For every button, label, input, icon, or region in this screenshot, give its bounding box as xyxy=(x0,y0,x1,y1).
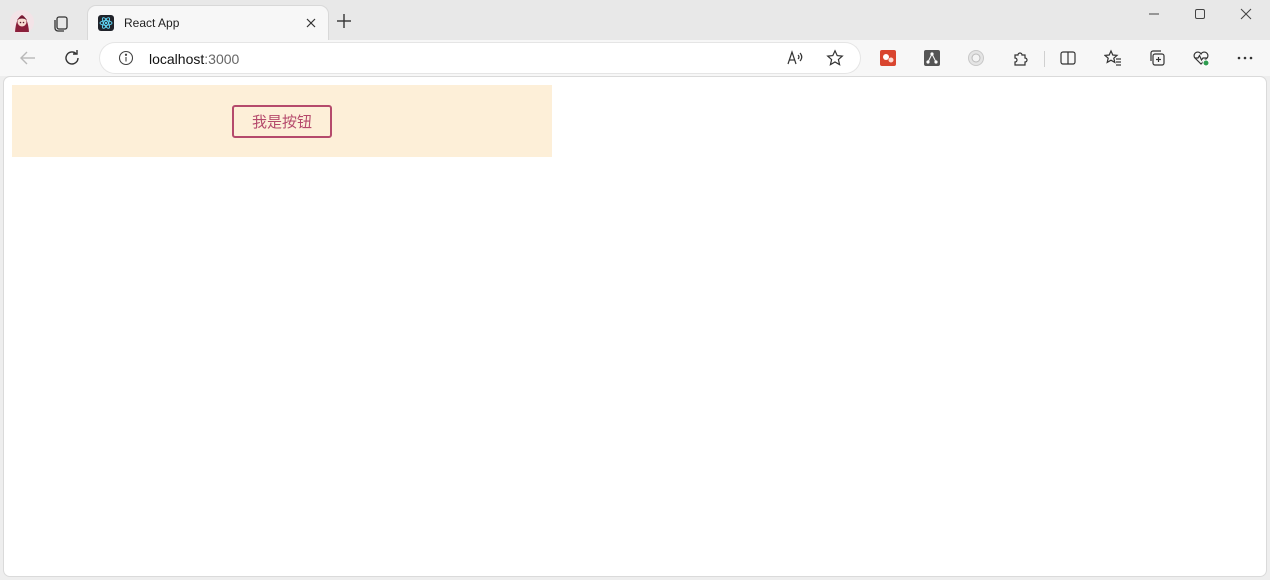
star-icon[interactable] xyxy=(826,49,844,67)
heartbeat-icon[interactable] xyxy=(1192,49,1210,67)
toolbar: localhost:3000 xyxy=(0,40,1270,76)
puzzle-extensions-icon[interactable] xyxy=(1011,49,1029,67)
collections-icon[interactable] xyxy=(1148,49,1166,67)
maximize-icon[interactable] xyxy=(1189,6,1211,22)
plus-icon[interactable] xyxy=(335,12,353,30)
profile-avatar-icon[interactable] xyxy=(10,10,34,34)
react-logo-icon xyxy=(98,15,114,31)
toolbar-divider xyxy=(1044,51,1045,67)
back-arrow-icon[interactable] xyxy=(18,48,38,68)
favorites-list-icon[interactable] xyxy=(1104,49,1122,67)
gray-circle-extension-icon[interactable] xyxy=(967,49,985,67)
url-port: :3000 xyxy=(204,51,240,67)
close-window-icon[interactable] xyxy=(1235,6,1257,22)
url-host: localhost xyxy=(149,51,205,67)
browser-window: React App localhost:3000 我是按钮 xyxy=(0,0,1270,580)
address-bar[interactable]: localhost:3000 xyxy=(100,43,860,73)
refresh-icon[interactable] xyxy=(62,48,82,68)
url-text[interactable]: localhost:3000 xyxy=(149,51,239,67)
close-icon[interactable] xyxy=(304,16,318,30)
info-icon[interactable] xyxy=(118,50,134,66)
tab-strip: React App xyxy=(0,0,1270,40)
tab-react-app[interactable]: React App xyxy=(88,6,328,40)
read-aloud-icon[interactable] xyxy=(786,49,804,67)
network-extension-icon[interactable] xyxy=(923,49,941,67)
split-screen-icon[interactable] xyxy=(1059,49,1077,67)
page-viewport: 我是按钮 xyxy=(4,77,1266,576)
minimize-icon[interactable] xyxy=(1143,6,1165,22)
red-puzzle-extension-icon[interactable] xyxy=(879,49,897,67)
demo-button[interactable]: 我是按钮 xyxy=(232,105,332,138)
tab-title: React App xyxy=(124,16,180,30)
workspaces-icon[interactable] xyxy=(50,12,72,34)
more-icon[interactable] xyxy=(1236,49,1254,67)
app-container: 我是按钮 xyxy=(12,85,552,157)
